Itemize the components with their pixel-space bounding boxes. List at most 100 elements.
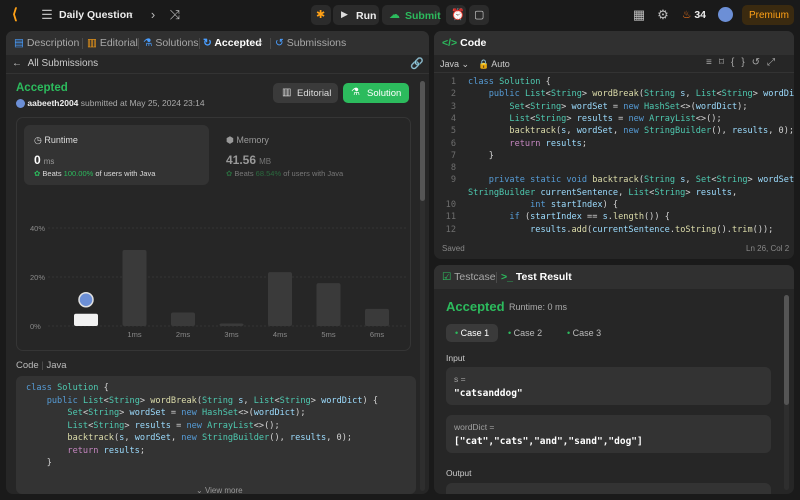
result-runtime: Runtime: 0 ms — [509, 302, 568, 312]
memory-card[interactable]: ⬢ Memory 41.56 MB ✿ Beats 68.54% of user… — [216, 125, 401, 185]
case-2-tab[interactable]: • Case 2 — [508, 328, 542, 338]
debug-button[interactable]: ✱ — [311, 5, 331, 25]
tab-test-result[interactable]: >_ Test Result — [501, 271, 572, 283]
language-select[interactable]: Java ⌄ — [440, 59, 469, 70]
tab-testcase[interactable]: ☑ Testcase — [442, 271, 496, 283]
problem-list-title[interactable]: Daily Question — [59, 9, 133, 21]
refresh-icon: ↻ — [203, 37, 212, 49]
code-line[interactable]: 6 return results; — [434, 139, 784, 152]
next-problem-icon[interactable]: › — [145, 7, 161, 23]
code-line[interactable]: 10 int startIndex) { — [434, 200, 784, 213]
back-to-submissions[interactable]: ← All Submissions — [12, 58, 98, 69]
auto-mode[interactable]: 🔒 Auto — [478, 59, 510, 70]
code-line[interactable]: 3 Set<String> wordSet = new HashSet<>(wo… — [434, 102, 784, 115]
test-result-panel: ☑ Testcase >_ Test Result Accepted Runti… — [434, 265, 794, 494]
fullscreen-icon[interactable]: ⤢ — [767, 57, 782, 68]
premium-button[interactable]: Premium — [742, 5, 794, 25]
chart-bar[interactable] — [316, 283, 341, 326]
code-line: return results; — [67, 445, 146, 456]
leetcode-logo-icon[interactable]: ⟨ — [12, 6, 28, 24]
case-3-tab[interactable]: • Case 3 — [567, 328, 601, 338]
code-line: Set<String> wordSet = new HashSet<>(word… — [67, 408, 306, 418]
tab-code[interactable]: </> Code — [442, 37, 486, 49]
runtime-card[interactable]: ◷ Runtime 0 ms ✿ Beats 100.00% of users … — [24, 125, 209, 185]
timer-button[interactable]: ⏰ — [446, 5, 466, 25]
code-line[interactable]: StringBuilder currentSentence, List<Stri… — [434, 188, 784, 201]
code-line[interactable]: 4 List<String> results = new ArrayList<>… — [434, 114, 784, 127]
prev-problem-icon[interactable]: ‹ — [123, 7, 139, 23]
notes-button[interactable]: ▢ — [469, 5, 489, 25]
code-line[interactable]: 7 } — [434, 151, 784, 164]
scrollbar[interactable] — [420, 81, 425, 491]
x-tick-label: 6ms — [370, 330, 384, 339]
input-worddict-box: wordDict = ["cat","cats","and","sand","d… — [446, 415, 771, 453]
chart-bar[interactable] — [219, 323, 244, 326]
shuffle-icon[interactable]: ⤨ — [167, 7, 183, 23]
username[interactable]: aabeeth2004 — [27, 98, 78, 108]
problem-list-icon[interactable]: ☰ — [39, 7, 55, 23]
y-tick-label: 40% — [30, 224, 45, 233]
braces-icon[interactable]: {} — [731, 57, 752, 68]
code-line[interactable]: 9 private static void backtrack(String s… — [434, 175, 794, 188]
chart-bar[interactable] — [268, 272, 292, 326]
chart-bar[interactable] — [171, 312, 195, 326]
editor-toolbar: ≡⌑{}↺⤢ — [706, 57, 782, 68]
line-number: 7 — [450, 150, 456, 161]
checkbox-icon: ☑ — [442, 271, 452, 283]
beats-icon: ✿ — [226, 169, 233, 178]
line-number: 8 — [450, 163, 456, 174]
line-number: 2 — [450, 89, 456, 100]
output-label: Output — [446, 468, 472, 478]
line-number: 4 — [450, 113, 456, 124]
avatar[interactable] — [16, 99, 25, 109]
runtime-distribution-chart: 40%20%0%1ms2ms3ms4ms5ms6ms1ms2ms3ms4ms5m… — [30, 224, 406, 339]
reset-icon[interactable]: ↺ — [752, 57, 767, 68]
chart-bar[interactable] — [74, 313, 98, 326]
gear-icon[interactable]: ⚙ — [655, 7, 671, 23]
case-1-tab[interactable]: • Case 1 — [446, 324, 498, 342]
layout-grid-icon[interactable]: ▦ — [631, 7, 647, 23]
tab-solutions[interactable]: ⚗ Solutions — [143, 37, 199, 49]
code-line[interactable]: 5 backtrack(s, wordSet, new StringBuilde… — [434, 126, 794, 139]
left-panel: ▤ Description ▥ Editorial ⚗ Solutions ↻ … — [6, 31, 429, 494]
submission-meta: aabeeth2004 submitted at May 25, 2024 23… — [16, 98, 205, 109]
view-more-button[interactable]: ⌄ View more — [196, 486, 243, 494]
testcase-tab-bar: ☑ Testcase >_ Test Result — [434, 265, 794, 289]
link-icon[interactable]: 🔗 — [410, 57, 424, 70]
x-tick-label: 3ms — [224, 330, 238, 339]
tab-editorial[interactable]: ▥ Editorial — [87, 37, 138, 49]
submitted-code-block: class Solution { public List<String> wor… — [16, 376, 416, 494]
code-line[interactable]: 12 results.add(currentSentence.toString(… — [434, 225, 784, 237]
dot-icon: • — [455, 328, 459, 338]
tab-description[interactable]: ▤ Description — [14, 37, 79, 49]
code-area[interactable]: 1 class Solution {2 public List<String> w… — [434, 77, 794, 237]
tab-accepted[interactable]: ↻ Accepted — [203, 37, 262, 49]
line-number: 12 — [445, 224, 456, 235]
code-line[interactable]: 1 class Solution { — [434, 77, 784, 90]
scrollbar[interactable] — [784, 295, 789, 490]
chart-bar[interactable] — [122, 250, 147, 326]
streak-counter[interactable]: ♨ 34 — [682, 9, 706, 21]
input-label: Input — [446, 353, 465, 363]
code-line: class Solution { — [26, 383, 109, 393]
run-button[interactable]: ▶ Run — [333, 5, 379, 25]
code-line[interactable]: 8 — [434, 163, 784, 176]
line-number: 6 — [450, 138, 456, 149]
left-tab-bar: ▤ Description ▥ Editorial ⚗ Solutions ↻ … — [6, 31, 429, 55]
code-line: List<String> results = new ArrayList<>()… — [67, 420, 280, 431]
submit-button[interactable]: ☁ Submit — [382, 5, 441, 25]
top-bar: ⟨ ☰ Daily Question ‹ › ⤨ ✱ ▶ Run ☁ Submi… — [0, 0, 800, 30]
code-line: backtrack(s, wordSet, new StringBuilder(… — [67, 433, 353, 443]
solution-button[interactable]: ⚗ Solution — [343, 83, 409, 103]
avatar[interactable] — [718, 7, 733, 22]
cursor-position: Ln 26, Col 2 — [746, 244, 790, 253]
code-line[interactable]: 2 public List<String> wordBreak(String s… — [434, 89, 794, 102]
bookmark-icon[interactable]: ⌑ — [719, 57, 731, 68]
format-icon[interactable]: ≡ — [706, 57, 719, 68]
book-icon: ▥ — [87, 37, 97, 49]
chart-bar[interactable] — [365, 308, 389, 326]
code-line[interactable]: 11 if (startIndex == s.length()) { — [434, 212, 784, 225]
editorial-button[interactable]: ▥ Editorial — [273, 83, 338, 103]
close-tab-icon[interactable]: × — [257, 37, 263, 49]
tab-submissions[interactable]: ↺ Submissions — [275, 37, 346, 49]
